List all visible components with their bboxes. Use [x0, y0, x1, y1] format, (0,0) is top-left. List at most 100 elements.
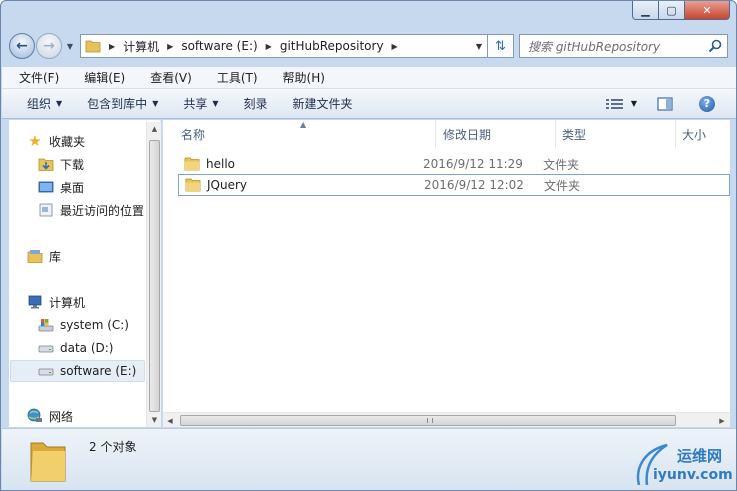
watermark-text-en: iyunv.com — [653, 467, 733, 483]
folder-large-icon — [30, 442, 66, 482]
menu-view[interactable]: 查看(V) — [133, 69, 200, 86]
desktop-icon — [38, 181, 54, 193]
navigation-bar: ← → ▼ ▶ 计算机 ▶ software (E:) ▶ gitHubRepo… — [9, 31, 731, 61]
file-row[interactable]: hello 2016/9/12 11:29 文件夹 — [178, 153, 730, 175]
sidebar-item-label: data (D:) — [60, 341, 114, 355]
system-drive-icon — [38, 319, 54, 332]
folder-icon — [185, 178, 201, 192]
scrollbar-thumb[interactable] — [149, 140, 160, 412]
close-button[interactable]: ✕ — [685, 1, 730, 20]
sidebar-item-drive-e[interactable]: software (E:) — [10, 360, 145, 382]
sidebar-item-label: system (C:) — [60, 318, 129, 332]
column-header-size[interactable]: 大小 — [676, 120, 730, 148]
chevron-right-icon[interactable]: ▶ — [266, 42, 272, 51]
breadcrumb-computer[interactable]: 计算机 — [123, 38, 159, 55]
sidebar-item-drive-d[interactable]: data (D:) — [38, 337, 114, 359]
menu-tools[interactable]: 工具(T) — [200, 69, 266, 86]
sidebar-item-label: 收藏夹 — [49, 134, 86, 149]
menu-help[interactable]: 帮助(H) — [266, 69, 333, 86]
file-row[interactable]: JQuery 2016/9/12 12:02 文件夹 — [178, 174, 730, 196]
breadcrumb-folder[interactable]: gitHubRepository — [280, 39, 384, 53]
folder-icon — [184, 157, 200, 171]
sidebar-item-label: 下载 — [60, 157, 85, 172]
search-input[interactable]: 搜索 gitHubRepository — [519, 34, 728, 58]
preview-pane-icon[interactable] — [657, 96, 673, 111]
explorer-window: ▁ ▢ ✕ ← → ▼ ▶ 计算机 ▶ software (E:) ▶ gitH… — [0, 0, 737, 491]
burn-button[interactable]: 刻录 — [244, 95, 268, 112]
sidebar-item-label: 库 — [49, 249, 62, 264]
include-in-library-button[interactable]: 包含到库中 ▼ — [87, 95, 158, 112]
view-dropdown-icon[interactable]: ▼ — [631, 99, 637, 108]
search-icon[interactable] — [707, 38, 723, 54]
menu-bar: 文件(F) 编辑(E) 查看(V) 工具(T) 帮助(H) — [2, 67, 736, 89]
include-in-library-label: 包含到库中 — [87, 97, 148, 111]
caption-buttons: ▁ ▢ ✕ — [632, 1, 730, 21]
new-folder-button[interactable]: 新建文件夹 — [293, 95, 353, 112]
search-placeholder: 搜索 gitHubRepository — [528, 39, 661, 54]
refresh-button[interactable]: ⇅ — [488, 34, 514, 58]
chevron-right-icon[interactable]: ▶ — [167, 42, 173, 51]
menu-file[interactable]: 文件(F) — [2, 69, 67, 86]
column-header-name[interactable]: 名称 — [163, 120, 436, 148]
recent-places-icon — [39, 203, 53, 217]
share-button[interactable]: 共享 ▼ — [183, 95, 218, 112]
sidebar-item-drive-c[interactable]: system (C:) — [38, 314, 129, 336]
view-options-icon[interactable] — [605, 97, 625, 111]
watermark-text-cn: 运维网 — [677, 447, 723, 465]
sidebar-item-desktop[interactable]: 桌面 — [38, 176, 84, 198]
details-pane: 2 个对象 — [2, 428, 736, 490]
chevron-down-icon: ▼ — [152, 99, 159, 108]
share-label: 共享 — [183, 97, 208, 111]
navigation-pane-scrollbar[interactable]: ▲ ▼ — [146, 122, 161, 427]
maximize-button[interactable]: ▢ — [659, 1, 685, 20]
scroll-down-arrow[interactable]: ▼ — [147, 413, 162, 427]
organize-label: 组织 — [27, 97, 52, 111]
sidebar-item-computer[interactable]: 计算机 — [27, 291, 85, 313]
libraries-icon — [27, 250, 43, 263]
command-bar: 组织 ▼ 包含到库中 ▼ 共享 ▼ 刻录 新建文件夹 ▼ ? — [2, 89, 736, 119]
sidebar-item-favorites[interactable]: ★ 收藏夹 — [27, 130, 85, 152]
chevron-right-icon[interactable]: ▶ — [109, 42, 115, 51]
scroll-right-arrow[interactable]: ▶ — [715, 413, 729, 428]
menu-edit[interactable]: 编辑(E) — [67, 69, 133, 86]
sidebar-item-network[interactable]: 网络 — [27, 405, 73, 427]
organize-button[interactable]: 组织 ▼ — [27, 95, 62, 112]
minimize-button[interactable]: ▁ — [632, 1, 659, 20]
column-header-date[interactable]: 修改日期 — [436, 120, 556, 148]
star-icon: ★ — [28, 132, 42, 150]
file-name-cell: hello — [178, 157, 423, 171]
file-list-scrollbar[interactable]: ◀ ▶ — [163, 412, 730, 427]
recent-pages-dropdown[interactable]: ▼ — [64, 40, 76, 52]
file-list-pane: ▲ 名称 修改日期 类型 大小 hello 2016/9/12 11:29 文件… — [163, 120, 730, 427]
sidebar-item-label: 最近访问的位置 — [60, 203, 145, 218]
address-dropdown-icon[interactable]: ▼ — [471, 42, 487, 51]
sidebar-item-libraries[interactable]: 库 — [27, 245, 61, 267]
sidebar-item-label: software (E:) — [60, 364, 137, 378]
help-icon[interactable]: ? — [699, 95, 715, 112]
scrollbar-grip — [427, 418, 433, 423]
scrollbar-thumb[interactable] — [180, 415, 676, 426]
address-bar[interactable]: ▶ 计算机 ▶ software (E:) ▶ gitHubRepository… — [80, 34, 488, 58]
scroll-up-arrow[interactable]: ▲ — [147, 122, 162, 136]
folder-icon — [85, 40, 101, 53]
file-type: 文件夹 — [543, 157, 580, 172]
drive-icon — [38, 345, 54, 353]
sidebar-item-recent-places[interactable]: 最近访问的位置 — [38, 199, 144, 221]
sidebar-item-label: 网络 — [49, 409, 74, 424]
file-name: JQuery — [207, 178, 248, 192]
file-type: 文件夹 — [544, 178, 581, 193]
drive-icon — [38, 368, 54, 376]
chevron-down-icon: ▼ — [212, 99, 219, 108]
watermark-logo: 运维网 iyunv.com — [633, 441, 733, 489]
chevron-right-icon[interactable]: ▶ — [392, 42, 398, 51]
file-name-cell: JQuery — [179, 178, 424, 192]
forward-button[interactable]: → — [36, 33, 62, 59]
command-bar-right: ▼ ? — [605, 95, 736, 112]
scroll-left-arrow[interactable]: ◀ — [163, 413, 177, 428]
computer-icon — [28, 295, 42, 309]
sidebar-item-downloads[interactable]: 下载 — [38, 153, 84, 175]
column-header-type[interactable]: 类型 — [556, 120, 676, 148]
breadcrumb-drive[interactable]: software (E:) — [181, 39, 257, 53]
back-button[interactable]: ← — [9, 33, 35, 59]
file-name: hello — [206, 157, 235, 171]
